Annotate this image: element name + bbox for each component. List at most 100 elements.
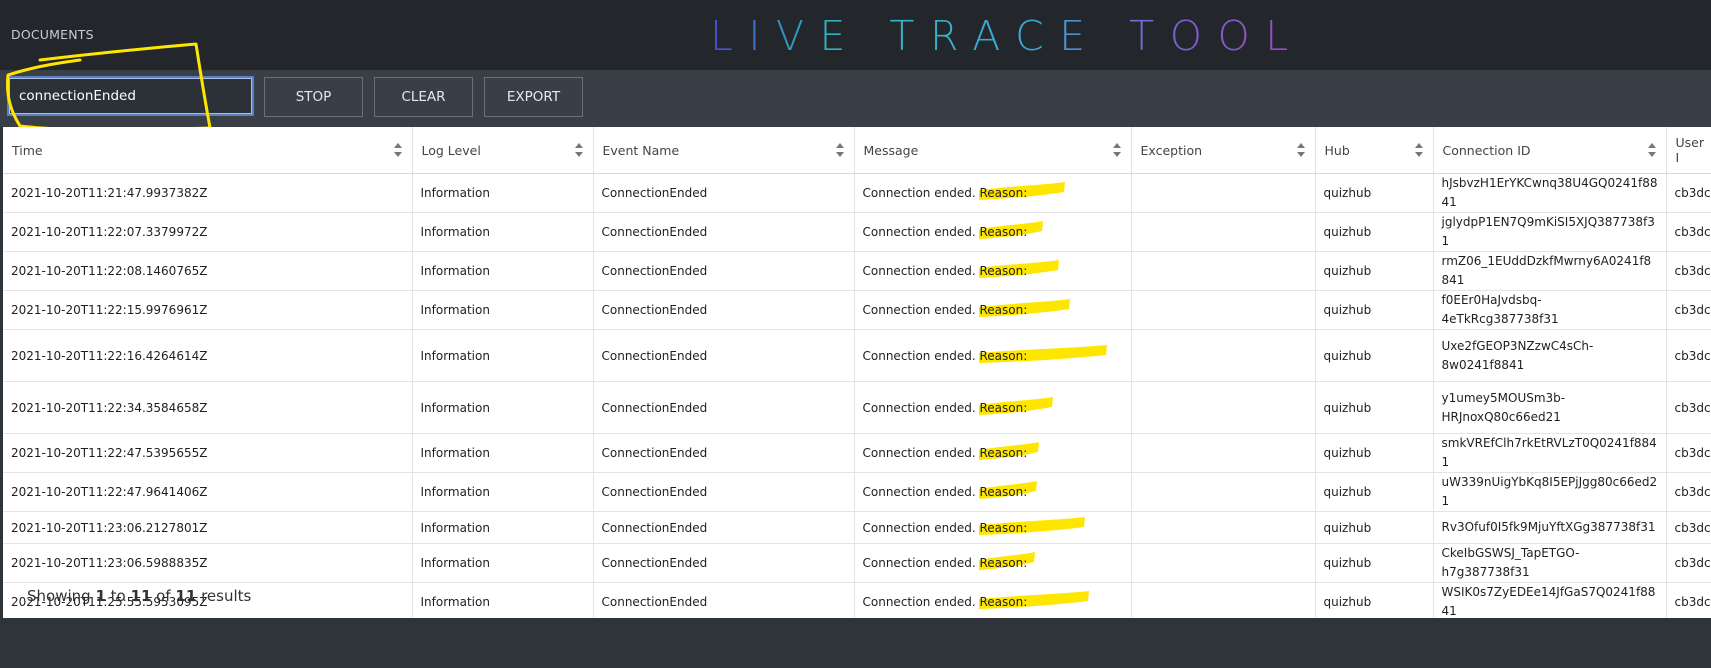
cell-connection-id: Uxe2fGEOP3NZzwC4sCh-8w0241f8841: [1433, 329, 1667, 382]
sort-icon[interactable]: [574, 143, 583, 157]
toolbar: [0, 70, 1711, 127]
cell-exception: [1131, 290, 1316, 330]
cell-time: 2021-10-20T11:22:47.9641406Z: [3, 472, 413, 512]
table-row[interactable]: 2021-10-20T11:23:06.2127801Z Information C…: [3, 511, 1711, 544]
cell-hub: quizhub: [1315, 212, 1434, 252]
cell-event-name: ConnectionEnded: [593, 511, 855, 544]
sort-icon[interactable]: [1414, 143, 1423, 157]
cell-time: 2021-10-20T11:22:16.4264614Z: [3, 329, 413, 382]
trace-table: Time Log Level Event Name Message Exception H…: [3, 127, 1711, 618]
column-header-label: Time: [12, 142, 43, 158]
reason-label: Reason:: [979, 344, 1108, 363]
table-row[interactable]: 2021-10-20T11:22:16.4264614Z Information C…: [3, 329, 1711, 382]
table-row[interactable]: 2021-10-20T11:23:06.5988835Z Information C…: [3, 543, 1711, 583]
stop-button[interactable]: STOP: [264, 77, 363, 117]
cell-hub: quizhub: [1315, 290, 1434, 330]
cell-connection-id: smkVREfClh7rkEtRVLzT0Q0241f8841: [1433, 433, 1667, 473]
search-input[interactable]: [7, 76, 254, 116]
reason-label: Reason:: [979, 591, 1090, 609]
message-text: Connection ended.: [862, 186, 976, 200]
cell-user: cb3dc: [1666, 543, 1711, 583]
cell-connection-id: uW339nUigYbKq8I5EPjJgg80c66ed21: [1433, 472, 1667, 512]
column-header-label: User I: [1675, 135, 1705, 165]
column-header-label: Event Name: [602, 142, 680, 158]
cell-hub: quizhub: [1315, 329, 1434, 382]
cell-message: Connection ended. Reason:: [854, 472, 1132, 512]
table-row[interactable]: 2021-10-20T11:22:08.1460765Z Information C…: [3, 251, 1711, 291]
message-text: Connection ended.: [862, 400, 976, 415]
cell-time: 2021-10-20T11:22:07.3379972Z: [3, 212, 413, 252]
app-header: DOCUMENTS LIVE TRACE TOOL: [0, 0, 1711, 70]
cell-message: Connection ended. Reason:: [854, 582, 1132, 618]
reason-label: Reason:: [979, 396, 1054, 415]
cell-exception: [1131, 433, 1316, 473]
column-header[interactable]: Time: [3, 127, 413, 174]
cell-log-level: Information: [412, 582, 594, 618]
cell-message: Connection ended. Reason:: [854, 290, 1132, 330]
cell-message: Connection ended. Reason:: [854, 543, 1132, 583]
cell-log-level: Information: [412, 543, 594, 583]
message-text: Connection ended.: [862, 225, 976, 239]
cell-time: 2021-10-20T11:22:47.5395655Z: [3, 433, 413, 473]
column-header[interactable]: Hub: [1315, 127, 1434, 174]
cell-user: cb3dc: [1666, 212, 1711, 252]
cell-hub: quizhub: [1315, 173, 1434, 213]
clear-button[interactable]: CLEAR: [374, 77, 473, 117]
column-header-label: Message: [863, 142, 919, 158]
table-row[interactable]: 2021-10-20T11:22:15.9976961Z Information C…: [3, 290, 1711, 330]
sort-icon[interactable]: [393, 143, 402, 157]
cell-log-level: Information: [412, 290, 594, 330]
column-header[interactable]: Message: [854, 127, 1132, 174]
sort-icon[interactable]: [1112, 143, 1121, 157]
cell-connection-id: f0EEr0HaJvdsbq-4eTkRcg387738f31: [1433, 290, 1667, 330]
cell-message: Connection ended. Reason:: [854, 251, 1132, 291]
cell-hub: quizhub: [1315, 381, 1434, 434]
cell-event-name: ConnectionEnded: [593, 329, 855, 382]
cell-message: Connection ended. Reason:: [854, 173, 1132, 213]
cell-connection-id: rmZ06_1EUddDzkfMwrny6A0241f8841: [1433, 251, 1667, 291]
cell-event-name: ConnectionEnded: [593, 381, 855, 434]
cell-log-level: Information: [412, 173, 594, 213]
column-header[interactable]: User I: [1666, 127, 1711, 174]
table-row[interactable]: 2021-10-20T11:21:47.9937382Z Information C…: [3, 173, 1711, 213]
message-text: Connection ended.: [862, 595, 976, 609]
cell-exception: [1131, 582, 1316, 618]
cell-event-name: ConnectionEnded: [593, 582, 855, 618]
column-header[interactable]: Connection ID: [1433, 127, 1667, 174]
sort-icon[interactable]: [1296, 143, 1305, 157]
cell-log-level: Information: [412, 212, 594, 252]
table-row[interactable]: 2021-10-20T11:22:47.5395655Z Information C…: [3, 433, 1711, 473]
cell-connection-id: WSIK0s7ZyEDEe14JfGaS7Q0241f8841: [1433, 582, 1667, 618]
cell-exception: [1131, 511, 1316, 544]
table-body: 2021-10-20T11:21:47.9937382Z Information C…: [3, 173, 1711, 618]
app-title: LIVE TRACE TOOL: [710, 12, 1304, 60]
cell-user: cb3dc: [1666, 381, 1711, 434]
column-header[interactable]: Exception: [1131, 127, 1316, 174]
table-row[interactable]: 2021-10-20T11:25:55.5953095Z Information C…: [3, 582, 1711, 618]
cell-message: Connection ended. Reason:: [854, 433, 1132, 473]
cell-event-name: ConnectionEnded: [593, 212, 855, 252]
message-text: Connection ended.: [862, 446, 976, 460]
cell-time: 2021-10-20T11:21:47.9937382Z: [3, 173, 413, 213]
message-text: Connection ended.: [862, 520, 976, 535]
column-header[interactable]: Event Name: [593, 127, 855, 174]
documents-link[interactable]: DOCUMENTS: [11, 27, 94, 42]
cell-hub: quizhub: [1315, 543, 1434, 583]
table-row[interactable]: 2021-10-20T11:22:47.9641406Z Information C…: [3, 472, 1711, 512]
cell-user: cb3dc: [1666, 329, 1711, 382]
reason-label: Reason:: [979, 481, 1038, 499]
sort-icon[interactable]: [835, 143, 844, 157]
column-header[interactable]: Log Level: [412, 127, 594, 174]
table-row[interactable]: 2021-10-20T11:22:07.3379972Z Information C…: [3, 212, 1711, 252]
cell-exception: [1131, 543, 1316, 583]
sort-icon[interactable]: [1647, 143, 1656, 157]
cell-connection-id: jglydpP1EN7Q9mKiSI5XJQ387738f31: [1433, 212, 1667, 252]
cell-user: cb3dc: [1666, 433, 1711, 473]
trace-table-container: Time Log Level Event Name Message Exception H…: [3, 127, 1711, 618]
cell-message: Connection ended. Reason:: [854, 329, 1132, 382]
table-row[interactable]: 2021-10-20T11:22:34.3584658Z Information C…: [3, 381, 1711, 434]
export-button[interactable]: EXPORT: [484, 77, 583, 117]
cell-hub: quizhub: [1315, 472, 1434, 512]
cell-log-level: Information: [412, 511, 594, 544]
cell-event-name: ConnectionEnded: [593, 472, 855, 512]
